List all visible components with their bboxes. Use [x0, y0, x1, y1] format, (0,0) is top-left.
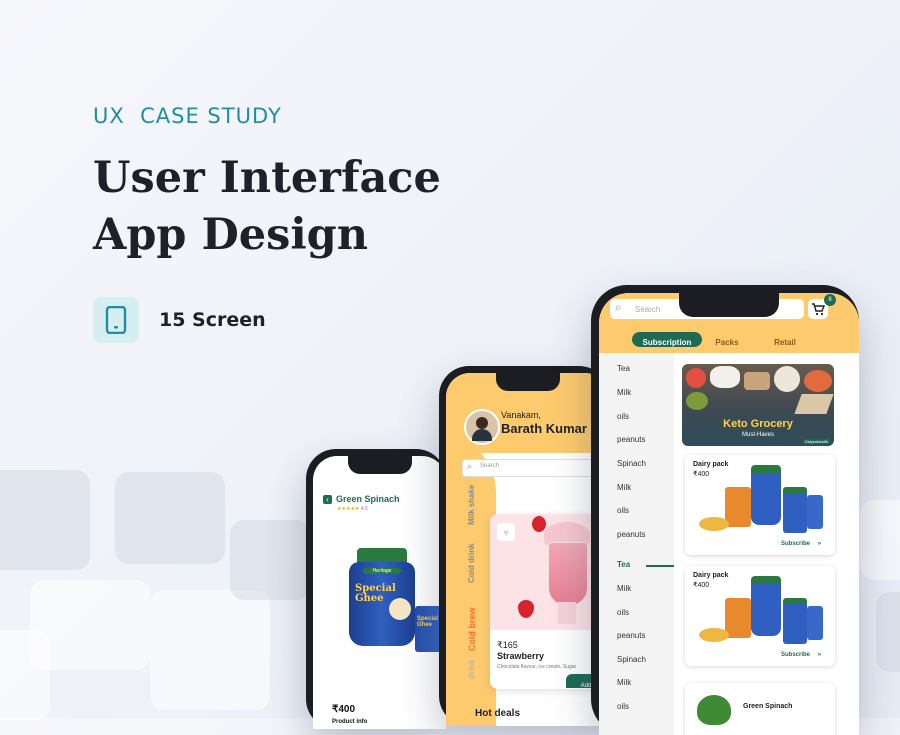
banner-badge: Ostyoshealth [802, 439, 830, 444]
phone-screen: ‹ Green Spinach ★★★★★ 4.5 Heritage Speci… [313, 456, 446, 729]
search-input[interactable]: ⌕ Search [462, 459, 604, 477]
back-button[interactable]: ‹ [323, 495, 332, 504]
category-cold-drink[interactable]: Cold drink [467, 543, 476, 583]
search-placeholder: Search [480, 463, 500, 469]
product-card[interactable]: Dairy pack ₹400 Subscribe » [685, 566, 835, 666]
tab-subscription[interactable]: Subscription [632, 332, 702, 347]
favorite-button[interactable]: ♥ [497, 523, 515, 541]
rating-stars: ★★★★★ 4.5 [337, 506, 368, 512]
category-label: drink [467, 659, 476, 679]
chevron-left-icon: ‹ [326, 495, 329, 504]
sidebar-item[interactable]: peanuts [617, 435, 645, 444]
page-title: User Interface App Design [93, 150, 441, 264]
jar-brand: Heritage [363, 568, 401, 574]
star-rating: ★★★★★ [337, 506, 360, 512]
sidebar-item[interactable]: oils [617, 702, 629, 711]
sidebar-item[interactable]: peanuts [617, 530, 645, 539]
subscribe-label: Subscribe [781, 541, 811, 547]
user-name: Barath Kumar [501, 421, 587, 436]
avatar [464, 409, 500, 445]
sidebar-item[interactable]: oils [617, 506, 629, 515]
cart-button[interactable]: 8 [808, 294, 836, 319]
sidebar-item[interactable]: Tea [617, 364, 630, 373]
background-tile [0, 630, 50, 720]
search-icon: ⌕ [615, 300, 622, 314]
card-title: Green Spinach [743, 703, 793, 710]
sidebar-item[interactable]: Spinach [617, 459, 646, 468]
phone-grocery-page: ⌕ Search 8 Subscription Packs Retail Tea… [591, 285, 859, 735]
background-tile [876, 592, 900, 672]
cart-icon [812, 303, 826, 316]
rating-value: 4.5 [360, 506, 368, 512]
phone-screen: ⌕ Search 8 Subscription Packs Retail Tea… [599, 293, 859, 735]
dairy-products-image [695, 465, 825, 537]
product-price: ₹400 [332, 704, 356, 715]
tab-label: Retail [774, 338, 796, 347]
search-icon: ⌕ [467, 461, 473, 471]
spinach-image [697, 695, 731, 725]
sidebar-item[interactable]: Milk [617, 483, 631, 492]
sidebar-item[interactable]: peanuts [617, 631, 645, 640]
sidebar-item[interactable]: oils [617, 608, 629, 617]
sidebar-item[interactable]: oils [617, 412, 629, 421]
search-placeholder: Search [635, 305, 661, 314]
background-tile [0, 470, 90, 570]
category-drink[interactable]: drink [467, 659, 476, 679]
eyebrow-label: UX CASE STUDY [93, 104, 282, 128]
category-label: Cold drink [467, 543, 476, 583]
greeting-text: Vanakam, [501, 410, 541, 420]
cart-count-badge: 8 [824, 294, 836, 306]
phone-notch [679, 293, 779, 317]
category-label: Cold brew [467, 607, 477, 651]
mobile-phone-icon [93, 297, 139, 343]
background-tile [150, 590, 270, 710]
phone-product-page: ‹ Green Spinach ★★★★★ 4.5 Heritage Speci… [306, 449, 446, 729]
sidebar-item[interactable]: Spinach [617, 655, 646, 664]
category-milk-shake[interactable]: Milk shake [467, 485, 476, 525]
background-tile [860, 500, 900, 580]
tab-packs[interactable]: Packs [707, 332, 747, 347]
product-name: Strawberry [497, 651, 545, 661]
phone-notch [495, 373, 560, 391]
background-tile [230, 520, 310, 600]
sidebar-item-active[interactable]: Tea [617, 560, 630, 569]
chevron-double-right-icon: » [817, 541, 822, 547]
subscribe-label: Subscribe [781, 652, 811, 658]
title-line-1: User Interface [93, 153, 441, 203]
title-line-2: App Design [93, 210, 368, 260]
add-label: Add [580, 683, 592, 689]
subscribe-button[interactable]: Subscribe » [781, 541, 821, 547]
sidebar-item[interactable]: Milk [617, 678, 631, 687]
background-tile [115, 472, 225, 564]
screen-count: 15 Screen [159, 309, 266, 331]
tab-label: Packs [715, 338, 739, 347]
heart-icon: ♥ [503, 528, 509, 539]
banner-subtitle: Must-Haves [741, 432, 774, 438]
product-info-label: Product info [332, 719, 368, 725]
tab-label: Subscription [642, 338, 692, 347]
strawberry-image [532, 516, 546, 532]
dairy-products-image [695, 576, 825, 648]
category-label: Milk shake [467, 484, 476, 525]
subscribe-button[interactable]: Subscribe » [781, 652, 821, 658]
category-sidebar: Tea Milk oils peanuts Spinach Milk oils … [599, 353, 674, 735]
ghee-jar-image: Heritage Special Ghee [349, 548, 415, 646]
section-title: Hot deals [475, 708, 521, 719]
jar-label: Special Ghee [355, 583, 396, 604]
category-cold-brew[interactable]: Cold brew [467, 607, 477, 651]
banner-title: Keto Grocery [723, 418, 793, 430]
sidebar-item[interactable]: Milk [617, 584, 631, 593]
product-card[interactable]: Green Spinach [685, 683, 835, 735]
sidebar-item[interactable]: Milk [617, 388, 631, 397]
tab-retail[interactable]: Retail [765, 332, 805, 347]
product-title: Green Spinach [336, 494, 400, 504]
active-indicator [646, 565, 674, 567]
chevron-double-right-icon: » [817, 652, 822, 658]
phone-screen: Vanakam, Barath Kumar ⌕ Search Milk shak… [446, 373, 609, 726]
phone-drinks-page: Vanakam, Barath Kumar ⌕ Search Milk shak… [439, 366, 609, 726]
product-card[interactable]: Dairy pack ₹400 Subscribe » [685, 455, 835, 555]
promo-banner[interactable]: Keto Grocery Must-Haves Ostyoshealth [682, 364, 834, 446]
product-price: ₹165 [497, 640, 518, 650]
phone-notch [347, 456, 412, 474]
